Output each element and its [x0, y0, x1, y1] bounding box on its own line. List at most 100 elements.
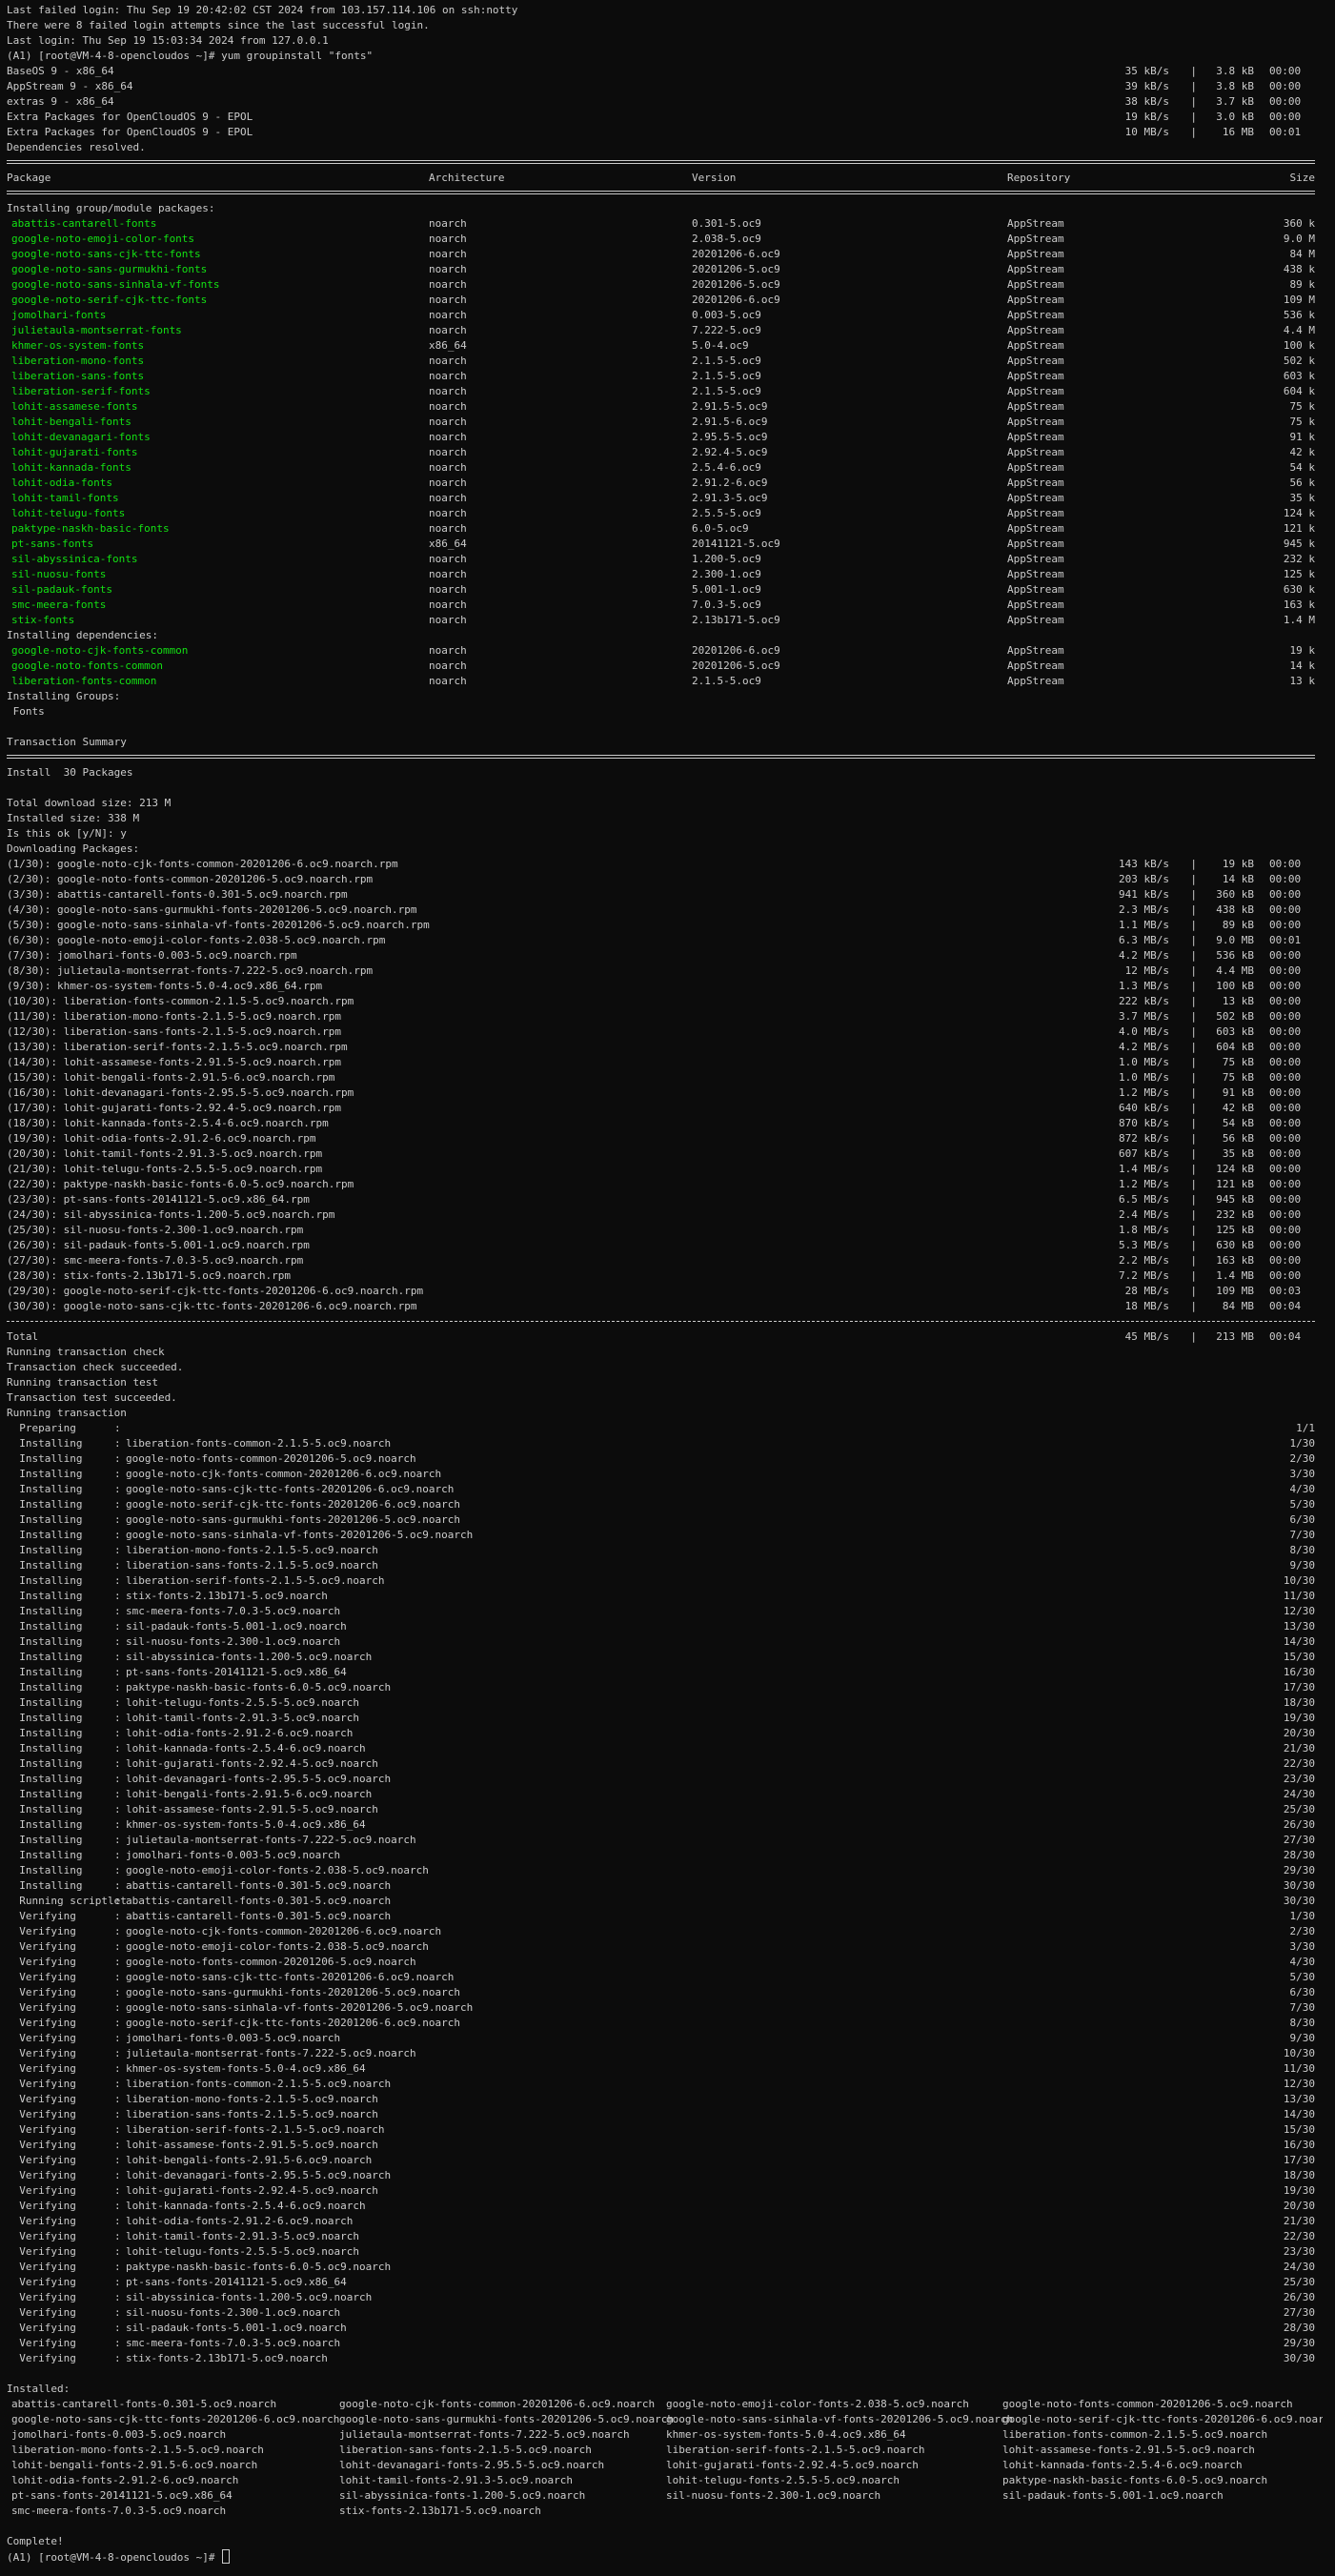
cell: 5.0-4.oc9: [692, 339, 749, 352]
cell: 75 k: [1289, 416, 1316, 428]
cell: lohit-kannada-fonts-2.5.4-6.oc9.noarch: [126, 2200, 366, 2212]
cell: 941 kB/s: [1119, 888, 1169, 901]
cell: abattis-cantarell-fonts-0.301-5.oc9.noar…: [126, 1895, 392, 1907]
cell: smc-meera-fonts-7.0.3-5.oc9.noarch: [126, 1605, 341, 1617]
download-row: (21/30): lohit-telugu-fonts-2.5.5-5.oc9.…: [7, 1162, 1317, 1177]
download-row: (13/30): liberation-serif-fonts-2.1.5-5.…: [7, 1040, 1317, 1055]
cell: julietaula-montserrat-fonts-7.222-5.oc9.…: [339, 2428, 630, 2441]
cell: :: [114, 1940, 121, 1953]
cell: :: [114, 2017, 121, 2029]
cell: 00:00: [1269, 1224, 1302, 1236]
cell: :: [114, 2184, 121, 2197]
cell: noarch: [429, 309, 467, 321]
cell: 872 kB/s: [1119, 1132, 1169, 1145]
install-count: Install 30 Packages: [7, 766, 133, 779]
section-title: Installing dependencies:: [7, 629, 158, 641]
repo-row: Extra Packages for OpenCloudOS 9 - EPOL 1…: [7, 125, 1317, 140]
cell: Verifying: [7, 2352, 127, 2364]
cell: 3.8 kB: [1216, 80, 1254, 92]
cell: Preparing: [7, 1422, 127, 1434]
cell: pt-sans-fonts-20141121-5.oc9.x86_64: [126, 2276, 347, 2288]
cell: 124 kB: [1216, 1163, 1254, 1175]
cell: google-noto-sans-gurmukhi-fonts-20201206…: [126, 1513, 460, 1526]
cell: google-noto-sans-sinhala-vf-fonts-202012…: [126, 1529, 474, 1541]
cell: (4/30): google-noto-sans-gurmukhi-fonts-…: [7, 903, 417, 916]
cell: 12/30: [1283, 1605, 1315, 1617]
cell: 13 kB: [1222, 995, 1254, 1007]
cell: Installing: [7, 1483, 127, 1495]
cell: 4.4 MB: [1216, 964, 1254, 977]
cell: AppStream: [1007, 492, 1064, 504]
cell: 29/30: [1283, 2337, 1315, 2349]
step-row: Verifying : jomolhari-fonts-0.003-5.oc9.n…: [7, 2031, 1317, 2046]
cell: Verifying: [7, 2001, 127, 2014]
cell: 4/30: [1289, 1956, 1316, 1968]
cell: google-noto-sans-cjk-ttc-fonts: [11, 248, 201, 260]
cell: 00:00: [1269, 95, 1302, 108]
cell: (30/30): google-noto-sans-cjk-ttc-fonts-…: [7, 1300, 417, 1312]
cell: 2/30: [1289, 1925, 1316, 1937]
cell: google-noto-sans-sinhala-vf-fonts: [11, 278, 220, 291]
cell: Installing: [7, 1818, 127, 1831]
cell: Verifying: [7, 2215, 127, 2227]
cell: Verifying: [7, 2093, 127, 2105]
cell: 91 kB: [1222, 1086, 1254, 1099]
step-row: Running scriptlet: abattis-cantarell-font…: [7, 1894, 1317, 1909]
package-row: google-noto-emoji-color-fonts noarch 2.038…: [7, 232, 1317, 247]
cell: :: [114, 1788, 121, 1800]
cell: 00:00: [1269, 858, 1302, 870]
package-row: google-noto-cjk-fonts-common noarch 202012…: [7, 643, 1317, 659]
step-row: Installing : sil-padauk-fonts-5.001-1.oc9…: [7, 1619, 1317, 1634]
cell: 13/30: [1283, 1620, 1315, 1633]
cell: paktype-naskh-basic-fonts: [11, 522, 170, 535]
step-row: Installing : smc-meera-fonts-7.0.3-5.oc9.…: [7, 1604, 1317, 1619]
cell: 6/30: [1289, 1986, 1316, 1998]
cell: (27/30): smc-meera-fonts-7.0.3-5.oc9.noa…: [7, 1254, 304, 1267]
cell: khmer-os-system-fonts: [11, 339, 145, 352]
cell: 603 kB: [1216, 1025, 1254, 1038]
cell: :: [114, 1651, 121, 1663]
cell: :: [114, 2154, 121, 2166]
cell: :: [114, 1422, 121, 1434]
cell: AppStream: [1007, 568, 1064, 580]
cell: 13 k: [1289, 675, 1316, 687]
cell: 2.3 MB/s: [1119, 903, 1169, 916]
cell: (16/30): lohit-devanagari-fonts-2.95.5-5…: [7, 1086, 354, 1099]
cell: 438 kB: [1216, 903, 1254, 916]
cell: 45 MB/s: [1124, 1330, 1169, 1343]
step-row: Verifying : sil-nuosu-fonts-2.300-1.oc9.n…: [7, 2305, 1317, 2321]
cell: AppStream: [1007, 217, 1064, 230]
cell: Installing: [7, 1834, 127, 1846]
cell: 2.91.5-6.oc9: [692, 416, 768, 428]
step-row: Verifying : google-noto-sans-gurmukhi-fon…: [7, 1985, 1317, 2000]
cell: AppStream: [1007, 370, 1064, 382]
cell: 1.4 M: [1283, 614, 1315, 626]
terminal-window[interactable]: Last failed login: Thu Sep 19 20:42:02 C…: [0, 0, 1323, 2573]
cell: 640 kB/s: [1119, 1102, 1169, 1114]
cell: :: [114, 1681, 121, 1694]
shell-prompt[interactable]: (A1) [root@VM-4-8-opencloudos ~]#: [7, 2549, 1317, 2565]
cell: :: [114, 2337, 121, 2349]
separator: |: [1190, 964, 1197, 977]
cell: (20/30): lohit-tamil-fonts-2.91.3-5.oc9.…: [7, 1147, 323, 1160]
cell: Installing: [7, 1666, 127, 1678]
download-row: (10/30): liberation-fonts-common-2.1.5-5…: [7, 994, 1317, 1009]
cell: Verifying: [7, 2032, 127, 2044]
cell: Installing: [7, 1498, 127, 1511]
cell: google-noto-sans-gurmukhi-fonts-20201206…: [126, 1986, 460, 1998]
installed-row: lohit-odia-fonts-2.91.2-6.oc9.noarch lohi…: [7, 2473, 1317, 2488]
cell: google-noto-emoji-color-fonts-2.038-5.oc…: [126, 1864, 429, 1876]
package-row: pt-sans-fonts x86_64 20141121-5.oc9 AppStre…: [7, 537, 1317, 552]
download-row: (23/30): pt-sans-fonts-20141121-5.oc9.x8…: [7, 1192, 1317, 1207]
cell: :: [114, 1757, 121, 1770]
cell: 9.0 MB: [1216, 934, 1254, 946]
cell: lohit-kannada-fonts-2.5.4-6.oc9.noarch: [1002, 2459, 1243, 2471]
cell: :: [114, 1559, 121, 1572]
step-row: Verifying : google-noto-fonts-common-2020…: [7, 1955, 1317, 1970]
cell: julietaula-montserrat-fonts-7.222-5.oc9.…: [126, 1834, 416, 1846]
cell: (19/30): lohit-odia-fonts-2.91.2-6.oc9.n…: [7, 1132, 316, 1145]
cell: 14 kB: [1222, 873, 1254, 885]
cell: :: [114, 1712, 121, 1724]
cell: 19/30: [1283, 1712, 1315, 1724]
cell: Verifying: [7, 2139, 127, 2151]
